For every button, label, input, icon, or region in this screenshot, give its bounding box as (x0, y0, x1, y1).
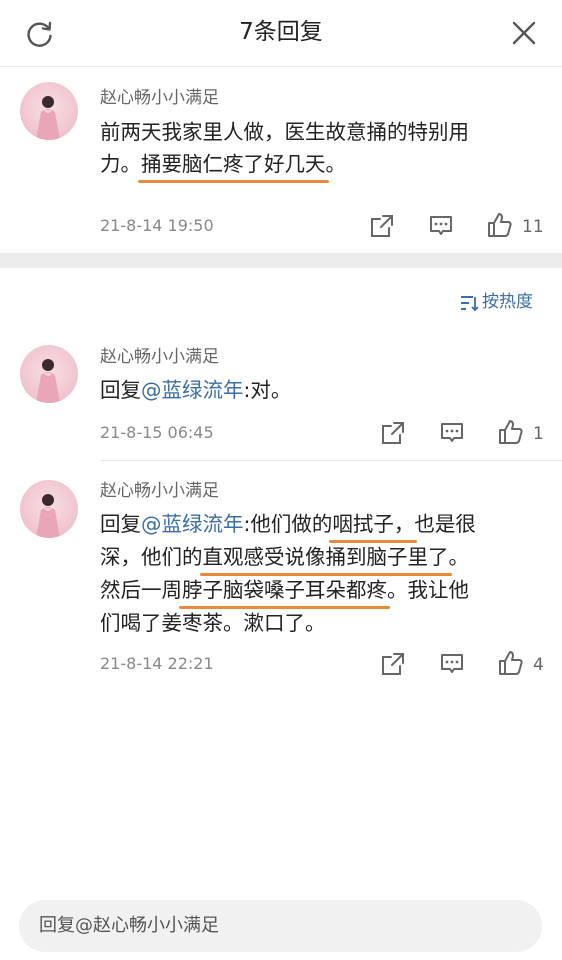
like-icon[interactable] (498, 650, 524, 676)
divider (100, 460, 562, 461)
like-count: 4 (533, 655, 544, 675)
like-count: 11 (522, 217, 544, 237)
reply-date: 21-8-15 06:45 (100, 423, 214, 442)
share-icon[interactable] (380, 651, 406, 677)
reply-username[interactable]: 赵心畅小小满足 (100, 479, 219, 503)
share-icon[interactable] (380, 420, 406, 446)
like-icon[interactable] (487, 212, 513, 238)
highlighted-text: 直观感受说像捅到脑子里了 (199, 541, 452, 576)
reply-text: 回复@蓝绿流年:对。 (100, 378, 292, 402)
reply-text-line: 然后一周脖子脑袋嗓子耳朵都疼。我让他 (100, 574, 476, 609)
comment-text-line: 前两天我家里人做，医生故意捅的特别用 (100, 120, 469, 144)
reply-text-line: 深，他们的直观感受说像捅到脑子里了。 (100, 541, 476, 576)
comment-username[interactable]: 赵心畅小小满足 (100, 86, 219, 110)
comment-icon[interactable] (439, 651, 465, 677)
section-separator (0, 253, 562, 268)
like-icon[interactable] (498, 419, 524, 445)
comment-icon[interactable] (439, 420, 465, 446)
reply-text-line: 们喝了姜枣茶。漱口了。 (100, 611, 326, 635)
comment-text: 前两天我家里人做，医生故意捅的特别用 力。捅要脑仁疼了好几天。 (100, 116, 469, 183)
comment-date: 21-8-14 19:50 (100, 216, 214, 235)
reply-input[interactable]: 回复@赵心畅小小满足 (19, 900, 542, 952)
page-title: 7条回复 (239, 19, 323, 45)
reply-text-line: 回复@蓝绿流年:他们做的咽拭子，也是很 (100, 508, 476, 543)
highlighted-text: 捅要脑仁疼了好几天 (138, 148, 328, 183)
avatar[interactable] (20, 82, 78, 140)
close-icon[interactable] (511, 20, 537, 46)
mention-link[interactable]: @蓝绿流年 (141, 512, 244, 536)
reply-input-placeholder: 回复@赵心畅小小满足 (39, 915, 219, 936)
comment-icon[interactable] (428, 213, 454, 239)
avatar[interactable] (20, 480, 78, 538)
highlighted-text: 咽拭子， (329, 508, 418, 543)
header-bar: 7条回复 (0, 0, 562, 67)
share-icon[interactable] (369, 213, 395, 239)
like-count: 1 (533, 424, 544, 444)
reply-text: 回复@蓝绿流年:他们做的咽拭子，也是很 深，他们的直观感受说像捅到脑子里了。 然… (100, 508, 476, 639)
highlighted-text: 脖子脑袋嗓子耳朵都疼 (179, 574, 390, 609)
reply-username[interactable]: 赵心畅小小满足 (100, 345, 219, 369)
avatar[interactable] (20, 345, 78, 403)
mention-link[interactable]: @蓝绿流年 (141, 378, 244, 402)
sort-label: 按热度 (482, 292, 533, 312)
comment-text-line: 力。捅要脑仁疼了好几天。 (100, 148, 469, 183)
sort-icon (461, 296, 479, 312)
reply-date: 21-8-14 22:21 (100, 654, 214, 673)
